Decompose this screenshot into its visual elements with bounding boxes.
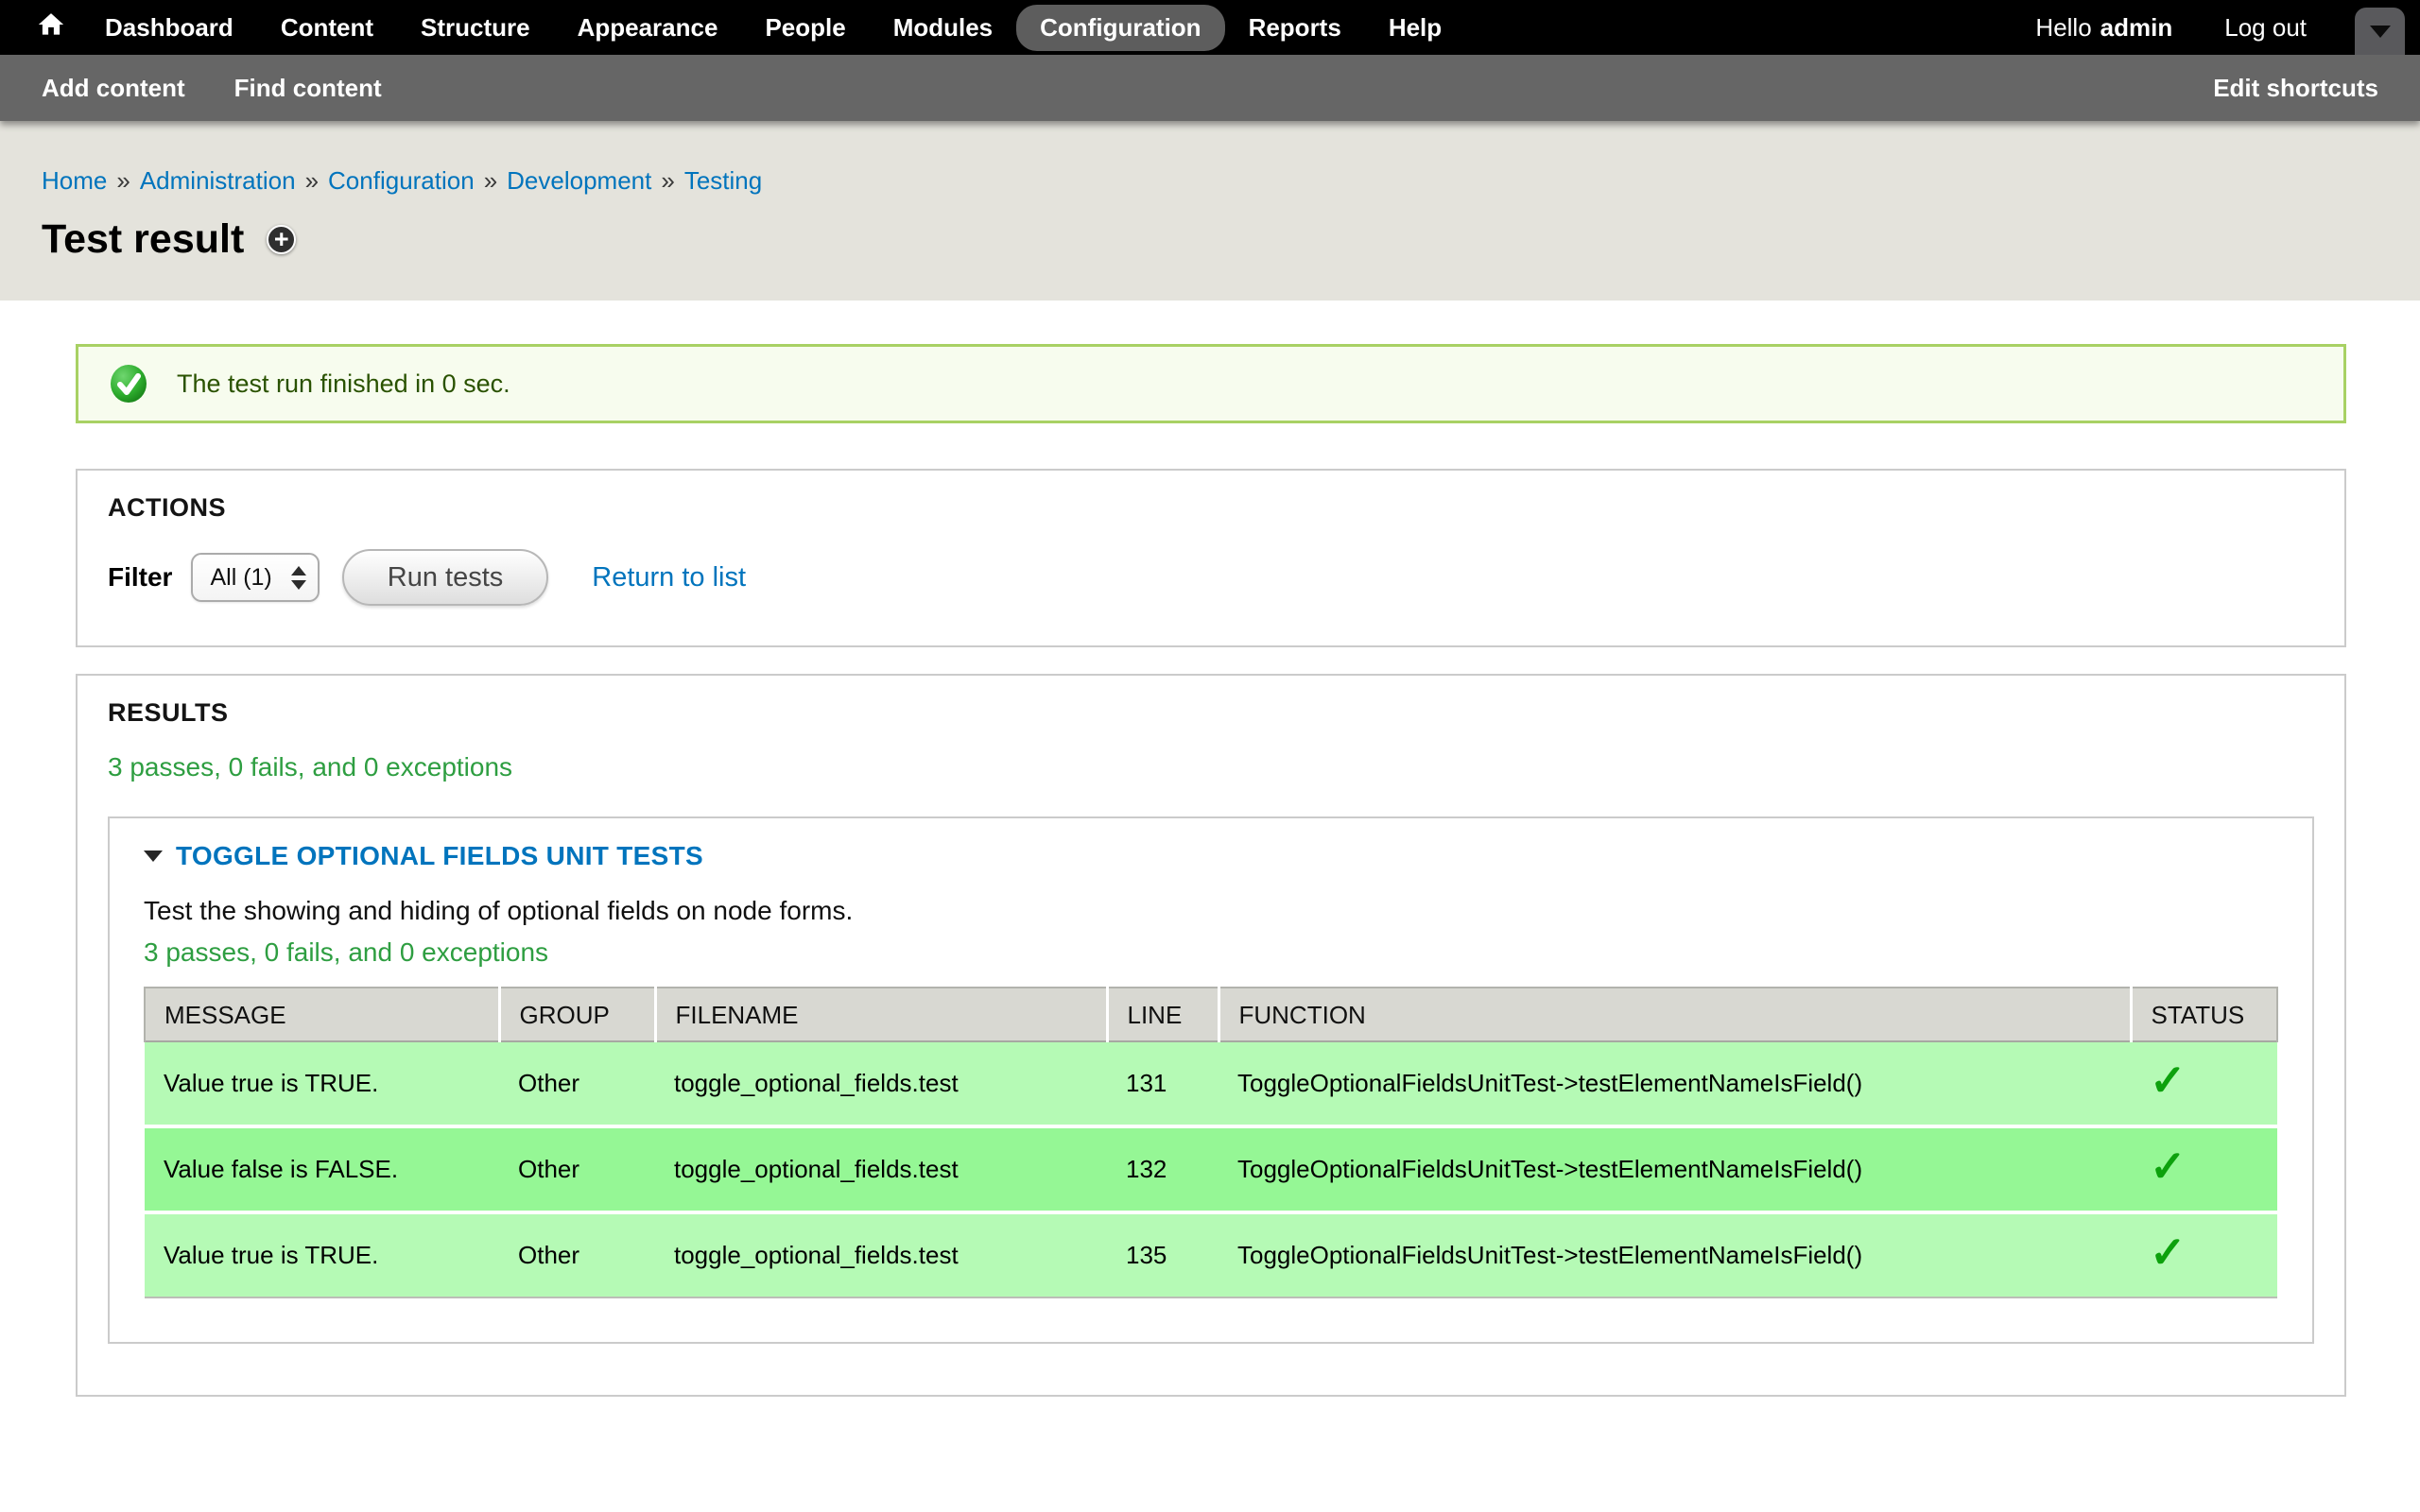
main-content: The test run finished in 0 sec. ACTIONS … bbox=[0, 301, 2420, 1397]
breadcrumb: Home » Administration » Configuration » Develo… bbox=[42, 166, 2420, 196]
test-group-summary: 3 passes, 0 fails, and 0 exceptions bbox=[144, 937, 2278, 968]
breadcrumb-testing[interactable]: Testing bbox=[684, 166, 762, 195]
status-ok-icon bbox=[109, 364, 148, 404]
title-row: Test result + bbox=[42, 216, 2420, 263]
toolbar-menu-appearance[interactable]: Appearance bbox=[554, 5, 742, 51]
toolbar-menu-dashboard[interactable]: Dashboard bbox=[81, 5, 257, 51]
breadcrumb-development[interactable]: Development bbox=[507, 166, 651, 195]
filter-select-value: All (1) bbox=[210, 564, 271, 592]
toolbar-user-area: Hello admin Log out bbox=[2035, 13, 2307, 43]
actions-controls: Filter All (1) Run tests Return to list bbox=[108, 549, 2314, 606]
toolbar-menu-modules[interactable]: Modules bbox=[870, 5, 1016, 51]
toolbar-menu-content[interactable]: Content bbox=[257, 5, 397, 51]
pass-check-icon: ✓ bbox=[2150, 1228, 2187, 1277]
breadcrumb-separator: » bbox=[305, 166, 319, 195]
col-header-line: LINE bbox=[1107, 988, 1219, 1042]
user-greeting: Hello admin bbox=[2035, 13, 2172, 43]
toolbar-menu-help[interactable]: Help bbox=[1365, 5, 1465, 51]
cell-line: 131 bbox=[1107, 1042, 1219, 1126]
home-button[interactable] bbox=[21, 10, 81, 45]
logout-link[interactable]: Log out bbox=[2224, 13, 2307, 43]
filter-label: Filter bbox=[108, 562, 172, 593]
status-message-text: The test run finished in 0 sec. bbox=[177, 369, 510, 399]
edit-shortcuts-link[interactable]: Edit shortcuts bbox=[2213, 74, 2378, 103]
cell-group: Other bbox=[499, 1042, 655, 1126]
table-row: Value false is FALSE. Other toggle_optio… bbox=[145, 1126, 2277, 1212]
admin-header: Dashboard Content Structure Appearance P… bbox=[0, 0, 2420, 121]
shortcut-add-content[interactable]: Add content bbox=[42, 74, 185, 103]
cell-filename: toggle_optional_fields.test bbox=[655, 1212, 1107, 1297]
filter-select[interactable]: All (1) bbox=[191, 553, 319, 602]
results-summary: 3 passes, 0 fails, and 0 exceptions bbox=[108, 752, 2314, 782]
breadcrumb-administration[interactable]: Administration bbox=[140, 166, 296, 195]
results-panel: RESULTS 3 passes, 0 fails, and 0 excepti… bbox=[76, 674, 2346, 1397]
test-group-collapse-toggle[interactable]: TOGGLE OPTIONAL FIELDS UNIT TESTS bbox=[144, 841, 2278, 871]
breadcrumb-home[interactable]: Home bbox=[42, 166, 107, 195]
select-arrows-icon bbox=[291, 566, 306, 590]
cell-line: 135 bbox=[1107, 1212, 1219, 1297]
test-group-panel: TOGGLE OPTIONAL FIELDS UNIT TESTS Test t… bbox=[108, 816, 2314, 1344]
greeting-prefix: Hello bbox=[2035, 13, 2091, 42]
table-header-row: MESSAGE GROUP FILENAME LINE FUNCTION STA… bbox=[145, 988, 2277, 1042]
home-icon bbox=[37, 10, 65, 45]
toolbar-drawer-toggle[interactable] bbox=[2355, 8, 2405, 55]
shortcut-find-content[interactable]: Find content bbox=[234, 74, 382, 103]
shortcut-bar: Add content Find content Edit shortcuts bbox=[0, 55, 2420, 121]
test-group-title[interactable]: TOGGLE OPTIONAL FIELDS UNIT TESTS bbox=[176, 841, 703, 871]
page-title: Test result bbox=[42, 216, 244, 263]
toolbar-menu-configuration[interactable]: Configuration bbox=[1016, 5, 1224, 51]
page-header: Home » Administration » Configuration » Develo… bbox=[0, 121, 2420, 301]
table-row: Value true is TRUE. Other toggle_optiona… bbox=[145, 1212, 2277, 1297]
cell-message: Value true is TRUE. bbox=[145, 1042, 499, 1126]
cell-function: ToggleOptionalFieldsUnitTest->testElemen… bbox=[1219, 1126, 2131, 1212]
col-header-message: MESSAGE bbox=[145, 988, 499, 1042]
cell-filename: toggle_optional_fields.test bbox=[655, 1126, 1107, 1212]
add-shortcut-icon[interactable]: + bbox=[267, 225, 296, 254]
toolbar-menu: Dashboard Content Structure Appearance P… bbox=[81, 5, 1465, 51]
test-results-table: MESSAGE GROUP FILENAME LINE FUNCTION STA… bbox=[144, 987, 2278, 1298]
admin-toolbar: Dashboard Content Structure Appearance P… bbox=[0, 0, 2420, 55]
toolbar-menu-reports[interactable]: Reports bbox=[1225, 5, 1365, 51]
breadcrumb-separator: » bbox=[661, 166, 674, 195]
username[interactable]: admin bbox=[2100, 13, 2173, 42]
col-header-group: GROUP bbox=[499, 988, 655, 1042]
collapse-triangle-icon bbox=[144, 850, 163, 862]
results-legend: RESULTS bbox=[108, 698, 2314, 728]
chevron-down-icon bbox=[2370, 26, 2391, 38]
col-header-status: STATUS bbox=[2131, 988, 2277, 1042]
cell-filename: toggle_optional_fields.test bbox=[655, 1042, 1107, 1126]
breadcrumb-separator: » bbox=[484, 166, 497, 195]
pass-check-icon: ✓ bbox=[2150, 1056, 2187, 1105]
cell-group: Other bbox=[499, 1126, 655, 1212]
cell-function: ToggleOptionalFieldsUnitTest->testElemen… bbox=[1219, 1042, 2131, 1126]
run-tests-button[interactable]: Run tests bbox=[342, 549, 549, 606]
table-row: Value true is TRUE. Other toggle_optiona… bbox=[145, 1042, 2277, 1126]
status-message: The test run finished in 0 sec. bbox=[76, 344, 2346, 423]
test-group-description: Test the showing and hiding of optional … bbox=[144, 896, 2278, 926]
breadcrumb-separator: » bbox=[116, 166, 130, 195]
col-header-function: FUNCTION bbox=[1219, 988, 2131, 1042]
cell-message: Value true is TRUE. bbox=[145, 1212, 499, 1297]
toolbar-menu-structure[interactable]: Structure bbox=[397, 5, 554, 51]
pass-check-icon: ✓ bbox=[2150, 1142, 2187, 1191]
actions-legend: ACTIONS bbox=[108, 493, 2314, 523]
col-header-filename: FILENAME bbox=[655, 988, 1107, 1042]
cell-function: ToggleOptionalFieldsUnitTest->testElemen… bbox=[1219, 1212, 2131, 1297]
actions-panel: ACTIONS Filter All (1) Run tests Return … bbox=[76, 469, 2346, 647]
cell-message: Value false is FALSE. bbox=[145, 1126, 499, 1212]
breadcrumb-configuration[interactable]: Configuration bbox=[328, 166, 475, 195]
cell-line: 132 bbox=[1107, 1126, 1219, 1212]
toolbar-menu-people[interactable]: People bbox=[741, 5, 869, 51]
cell-group: Other bbox=[499, 1212, 655, 1297]
return-to-list-link[interactable]: Return to list bbox=[592, 562, 746, 593]
